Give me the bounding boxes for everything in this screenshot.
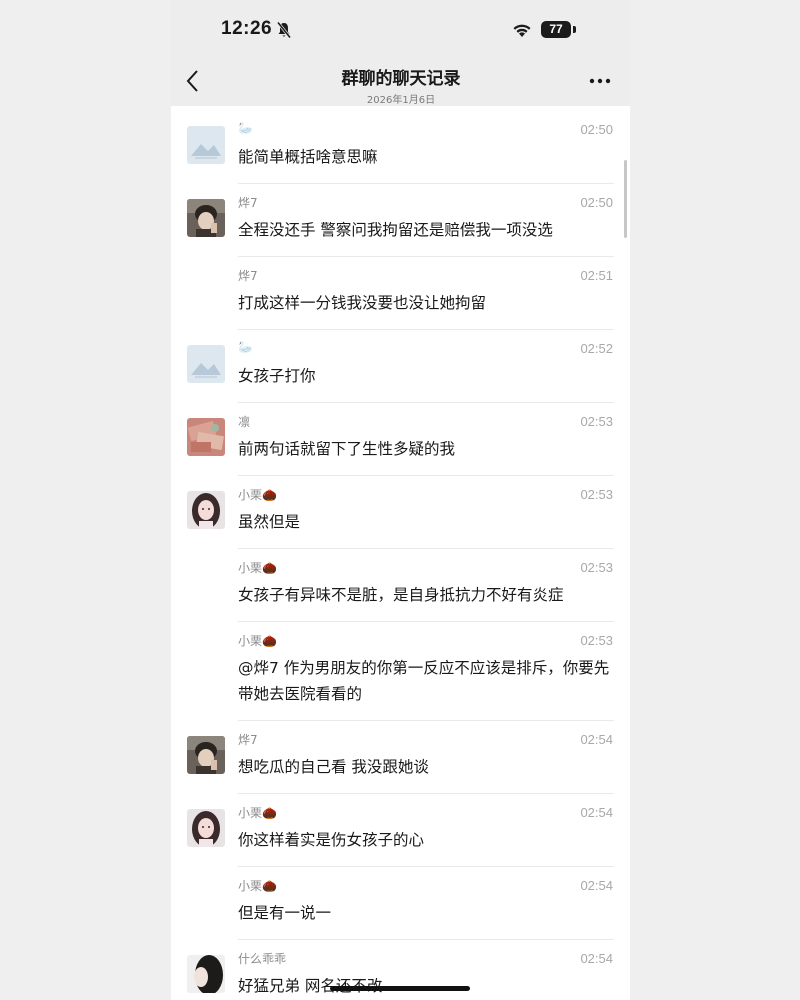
message-item[interactable]: 烨7 02:54 想吃瓜的自己看 我没跟她谈 <box>171 720 630 793</box>
avatar[interactable] <box>187 199 225 237</box>
chat-history-screen: 12:26 77 群聊的聊天记录 2026年1月6日 🦢 02:50 能简单概括… <box>171 0 630 1000</box>
message-item[interactable]: 烨7 02:51 打成这样一分钱我没要也没让她拘留 <box>171 256 630 329</box>
sender-name: 小栗🌰 <box>238 879 277 893</box>
avatar[interactable] <box>187 955 225 993</box>
message-time: 02:53 <box>580 414 613 429</box>
message-divider <box>238 475 614 476</box>
sender-name: 🦢 <box>238 340 253 354</box>
home-indicator[interactable] <box>330 986 470 991</box>
header-title-block: 群聊的聊天记录 2026年1月6日 <box>251 64 551 106</box>
sender-name: 什么乖乖 <box>238 952 287 966</box>
message-divider <box>238 866 614 867</box>
mute-bell-icon <box>276 21 292 39</box>
message-time: 02:50 <box>580 195 613 210</box>
sender-name: 🦢 <box>238 121 253 135</box>
message-text: 能简单概括啥意思嘛 <box>238 148 378 166</box>
message-text: 女孩子打你 <box>238 367 316 385</box>
message-divider <box>238 183 614 184</box>
sender-name: 小栗🌰 <box>238 634 277 648</box>
message-text: 女孩子有异味不是脏，是自身抵抗力不好有炎症 <box>238 586 564 604</box>
back-arrow-icon[interactable] <box>185 68 201 94</box>
page-title: 群聊的聊天记录 <box>341 69 461 89</box>
sender-name: 凛 <box>238 415 251 429</box>
message-time: 02:53 <box>580 633 613 648</box>
message-item[interactable]: 烨7 02:50 全程没还手 警察问我拘留还是赔偿我一项没选 <box>171 183 630 256</box>
message-item[interactable]: 小栗🌰 02:54 你这样着实是伤女孩子的心 <box>171 793 630 866</box>
message-time: 02:54 <box>580 878 613 893</box>
message-text: 全程没还手 警察问我拘留还是赔偿我一项没选 <box>238 221 553 239</box>
message-text: 想吃瓜的自己看 我没跟她谈 <box>238 758 429 776</box>
message-time: 02:54 <box>580 732 613 747</box>
message-text: 但是有一说一 <box>238 904 332 922</box>
message-item[interactable]: 小栗🌰 02:54 但是有一说一 <box>171 866 630 939</box>
message-divider <box>238 548 614 549</box>
message-time: 02:54 <box>580 951 613 966</box>
message-time: 02:54 <box>580 805 613 820</box>
message-text: 你这样着实是伤女孩子的心 <box>238 831 425 849</box>
scroll-indicator[interactable] <box>624 160 627 238</box>
avatar[interactable] <box>187 126 225 164</box>
message-item[interactable]: 小栗🌰 02:53 虽然但是 <box>171 475 630 548</box>
message-item[interactable]: 凛 02:53 前两句话就留下了生性多疑的我 <box>171 402 630 475</box>
message-text: 打成这样一分钱我没要也没让她拘留 <box>238 294 487 312</box>
message-divider <box>238 402 614 403</box>
message-divider <box>238 720 614 721</box>
top-bar: 12:26 77 群聊的聊天记录 2026年1月6日 <box>171 0 630 106</box>
message-time: 02:53 <box>580 560 613 575</box>
battery-tip <box>573 26 576 33</box>
message-item[interactable]: 🦢 02:50 能简单概括啥意思嘛 <box>171 110 630 183</box>
more-options-icon[interactable] <box>587 72 613 90</box>
avatar[interactable] <box>187 809 225 847</box>
message-divider <box>238 329 614 330</box>
sender-name: 小栗🌰 <box>238 806 277 820</box>
battery-indicator: 77 <box>541 21 571 38</box>
avatar[interactable] <box>187 418 225 456</box>
sender-name: 烨7 <box>238 196 258 210</box>
avatar[interactable] <box>187 345 225 383</box>
message-text: @烨7 作为男朋友的你第一反应不应该是排斥，你要先带她去医院看看的 <box>238 659 610 703</box>
message-time: 02:53 <box>580 487 613 502</box>
message-item[interactable]: 小栗🌰 02:53 女孩子有异味不是脏，是自身抵抗力不好有炎症 <box>171 548 630 621</box>
message-text: 前两句话就留下了生性多疑的我 <box>238 440 456 458</box>
message-time: 02:52 <box>580 341 613 356</box>
avatar[interactable] <box>187 491 225 529</box>
message-text: 虽然但是 <box>238 513 301 531</box>
message-time: 02:50 <box>580 122 613 137</box>
sender-name: 烨7 <box>238 733 258 747</box>
status-bar: 12:26 77 <box>171 0 630 62</box>
message-list: 🦢 02:50 能简单概括啥意思嘛烨7 02:50 全程没还手 警察问我拘留还是赔偿我一… <box>171 110 630 1000</box>
status-time: 12:26 <box>221 18 273 39</box>
message-time: 02:51 <box>580 268 613 283</box>
sender-name: 小栗🌰 <box>238 488 277 502</box>
avatar[interactable] <box>187 736 225 774</box>
wifi-icon <box>513 24 531 37</box>
message-item[interactable]: 🦢 02:52 女孩子打你 <box>171 329 630 402</box>
sender-name: 烨7 <box>238 269 258 283</box>
message-item[interactable]: 小栗🌰 02:53 @烨7 作为男朋友的你第一反应不应该是排斥，你要先带她去医院看看… <box>171 621 630 720</box>
page-date: 2026年1月6日 <box>366 95 436 106</box>
message-divider <box>238 793 614 794</box>
message-divider <box>238 621 614 622</box>
message-divider <box>238 256 614 257</box>
sender-name: 小栗🌰 <box>238 561 277 575</box>
message-divider <box>238 939 614 940</box>
